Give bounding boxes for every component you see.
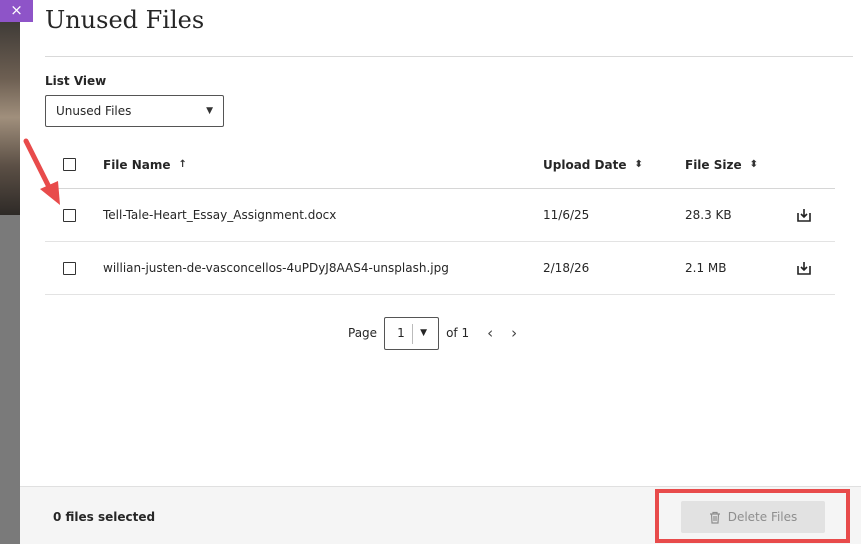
file-name-cell: willian-justen-de-vasconcellos-4uPDyJ8AA… bbox=[103, 261, 449, 275]
column-header-file-size[interactable]: File Size ⬍ bbox=[685, 141, 758, 188]
download-cell bbox=[797, 242, 811, 294]
pagination: Page 1 ▼ of 1 ‹ › bbox=[348, 315, 517, 351]
close-icon[interactable]: × bbox=[0, 0, 33, 22]
file-size-cell: 2.1 MB bbox=[685, 261, 727, 275]
trash-icon bbox=[709, 511, 720, 524]
table-row: willian-justen-de-vasconcellos-4uPDyJ8AA… bbox=[45, 242, 835, 295]
file-size-cell: 28.3 KB bbox=[685, 208, 732, 222]
table-header-row: File Name ↑ Upload Date ⬍ File Size ⬍ bbox=[45, 141, 835, 189]
file-size-header-label: File Size bbox=[685, 157, 742, 172]
background-image bbox=[0, 20, 20, 215]
files-selected-count: 0 files selected bbox=[53, 510, 156, 524]
download-cell bbox=[797, 189, 811, 241]
title-divider bbox=[45, 56, 853, 57]
sort-ascending-icon: ↑ bbox=[178, 159, 187, 170]
download-icon[interactable] bbox=[797, 208, 811, 222]
page-select[interactable]: 1 ▼ bbox=[384, 316, 440, 350]
file-name-cell: Tell-Tale-Heart_Essay_Assignment.docx bbox=[103, 208, 337, 222]
select-all-checkbox[interactable] bbox=[63, 158, 76, 171]
file-name-header-label: File Name bbox=[103, 157, 171, 172]
delete-files-label: Delete Files bbox=[727, 510, 798, 524]
row-checkbox[interactable] bbox=[63, 261, 76, 275]
row-checkbox[interactable] bbox=[63, 208, 76, 222]
page-label: Page bbox=[348, 326, 378, 340]
header-check-cell bbox=[63, 141, 77, 188]
list-view-selected-value: Unused Files bbox=[56, 104, 132, 118]
sort-icon: ⬍ bbox=[749, 159, 759, 170]
caret-down-icon: ▼ bbox=[420, 328, 427, 338]
annotation-arrow bbox=[23, 138, 60, 205]
dialog-footer: 0 files selected Delete Files bbox=[20, 486, 861, 544]
download-icon[interactable] bbox=[797, 261, 811, 275]
next-page-icon[interactable]: › bbox=[511, 324, 517, 342]
upload-date-cell: 2/18/26 bbox=[543, 261, 590, 275]
page-count-label: of 1 bbox=[446, 326, 470, 340]
list-view-label: List View bbox=[45, 74, 107, 88]
files-table: File Name ↑ Upload Date ⬍ File Size ⬍ Te… bbox=[45, 141, 835, 295]
delete-files-button[interactable]: Delete Files bbox=[681, 501, 825, 533]
dialog-title: Unused Files bbox=[45, 6, 205, 34]
upload-date-cell: 11/6/25 bbox=[543, 208, 590, 222]
caret-down-icon: ▼ bbox=[206, 106, 213, 116]
previous-page-icon[interactable]: ‹ bbox=[487, 324, 493, 342]
page-select-divider bbox=[412, 323, 414, 344]
sort-icon: ⬍ bbox=[634, 159, 643, 170]
current-page-value: 1 bbox=[397, 326, 405, 340]
row-check-cell bbox=[63, 242, 77, 294]
column-header-upload-date[interactable]: Upload Date ⬍ bbox=[543, 141, 643, 188]
list-view-select[interactable]: Unused Files ▼ bbox=[45, 95, 224, 127]
table-row: Tell-Tale-Heart_Essay_Assignment.docx 11… bbox=[45, 189, 835, 242]
row-check-cell bbox=[63, 189, 77, 241]
column-header-file-name[interactable]: File Name ↑ bbox=[103, 141, 187, 188]
upload-date-header-label: Upload Date bbox=[543, 157, 627, 172]
unused-files-dialog: Unused Files List View Unused Files ▼ Fi… bbox=[20, 0, 861, 544]
